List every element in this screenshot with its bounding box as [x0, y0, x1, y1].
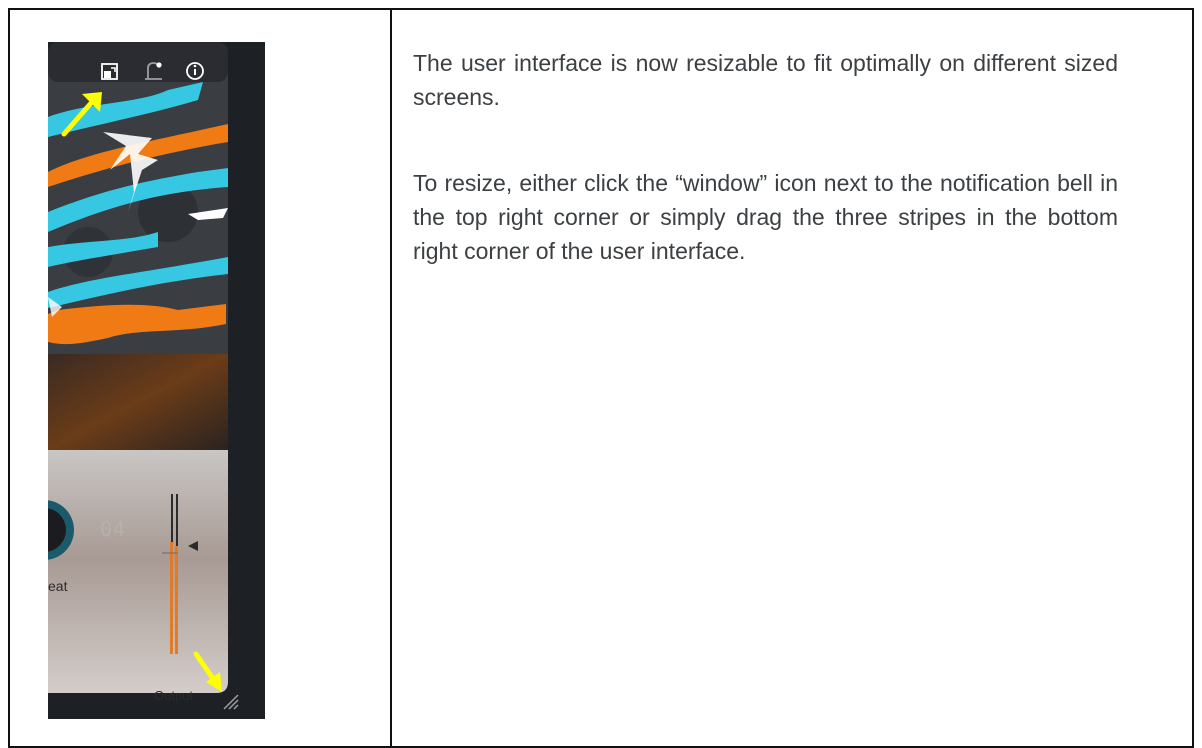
output-meter-label: Output: [154, 688, 194, 703]
paragraph-resizable: The user interface is now resizable to f…: [413, 50, 1118, 110]
knob-label: eat: [48, 578, 68, 594]
paragraph-how-to-resize: To resize, either click the “window” ico…: [413, 170, 1118, 264]
description-column: The user interface is now resizable to f…: [413, 46, 1118, 268]
column-divider: [390, 10, 392, 746]
brown-band: [48, 354, 228, 450]
control-panel: [48, 450, 228, 693]
plugin-screenshot: 04 eat Output: [48, 42, 265, 719]
preset-number: 04: [100, 517, 127, 541]
document-table: 04 eat Output The user interface is now …: [8, 8, 1194, 748]
